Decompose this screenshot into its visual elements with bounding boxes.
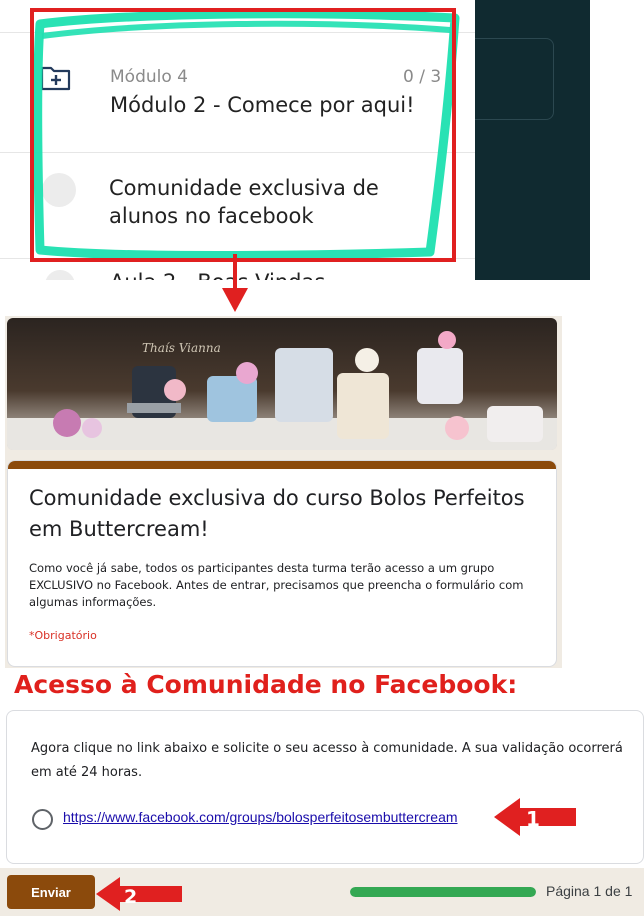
cake-banner-image: Thaís Vianna [7,318,557,450]
page-indicator: Página 1 de 1 [546,883,633,899]
submit-button[interactable]: Enviar [7,875,95,909]
form-description: Como você já sabe, todos os participante… [29,561,524,609]
facebook-group-link[interactable]: https://www.facebook.com/groups/bolosper… [63,809,458,825]
form-title: Comunidade exclusiva do curso Bolos Perf… [29,486,525,541]
required-note: *Obrigatório [29,629,97,642]
arrow-2-label: 2 [124,886,137,908]
card-accent-bar [8,461,556,469]
banner-logo: Thaís Vianna [142,341,221,355]
question-card: Agora clique no link abaixo e solicite o… [6,710,644,864]
red-highlight-box [30,8,456,262]
option-radio[interactable] [32,809,53,830]
course-module-panel: Módulo 4 0 / 3 Módulo 2 - Comece por aqu… [0,0,590,280]
down-arrow-icon [222,254,248,312]
red-arrow-1-icon: 1 [494,798,576,836]
arrow-1-label: 1 [526,807,540,831]
red-arrow-2-icon: 2 [96,877,182,911]
progress-fill [350,887,536,897]
question-text: Agora clique no link abaixo e solicite o… [31,741,623,780]
progress-bar [350,887,536,897]
form-header-card: Comunidade exclusiva do curso Bolos Perf… [7,460,557,667]
section-heading: Acesso à Comunidade no Facebook: [14,670,518,699]
